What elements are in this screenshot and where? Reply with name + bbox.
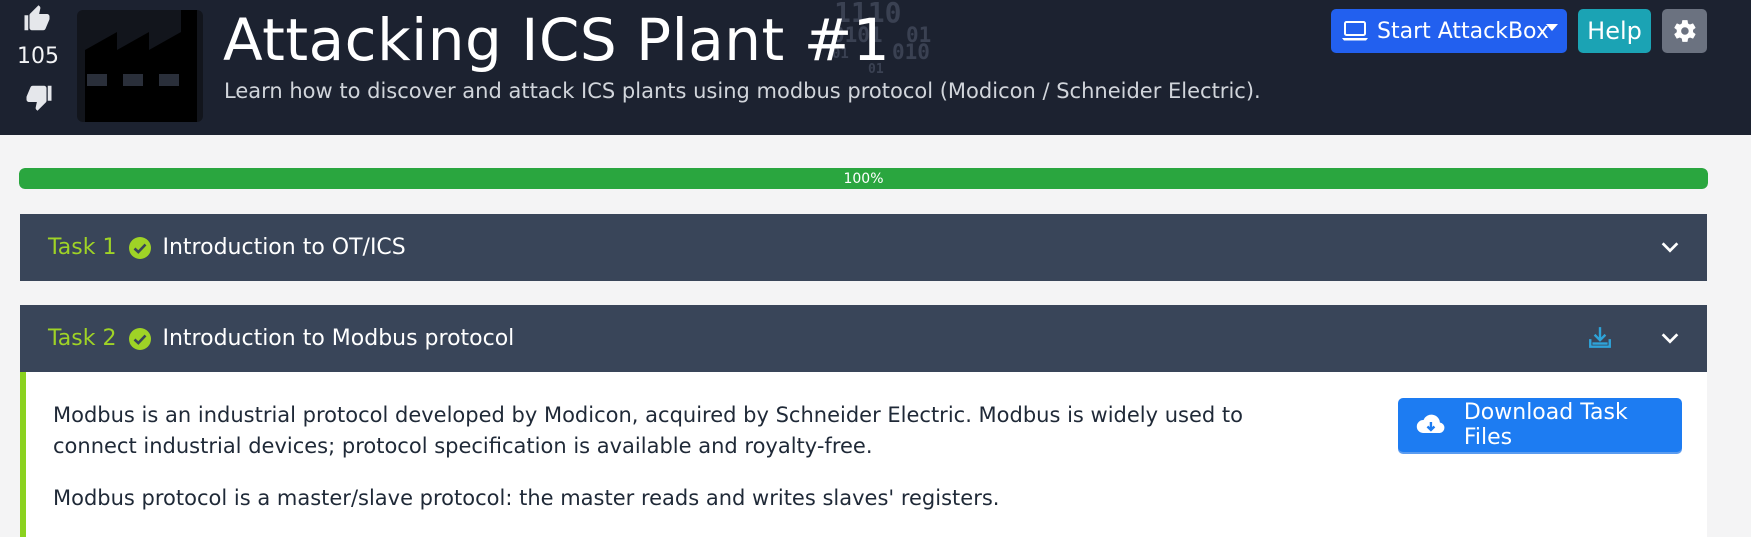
start-attackbox-button[interactable]: Start AttackBox bbox=[1331, 9, 1567, 53]
task-1-header[interactable]: Task 1 Introduction to OT/ICS bbox=[20, 214, 1707, 281]
gear-icon bbox=[1673, 20, 1695, 42]
check-circle-icon bbox=[129, 327, 152, 350]
dropdown-caret-icon[interactable] bbox=[1546, 24, 1558, 31]
progress-label: 100% bbox=[843, 170, 884, 187]
task-number: Task 2 bbox=[48, 326, 117, 351]
progress-fill: 100% bbox=[19, 168, 1708, 189]
check-circle-icon bbox=[129, 236, 152, 259]
cloud-download-icon bbox=[1416, 414, 1445, 433]
room-header: 105 1110 0101 01 01 010 01 Attacking ICS… bbox=[0, 0, 1751, 135]
download-task-files-button[interactable]: Download Task Files bbox=[1398, 398, 1682, 452]
room-logo bbox=[77, 10, 203, 122]
room-progress-bar: 100% bbox=[19, 168, 1708, 189]
thumbs-down-icon[interactable] bbox=[24, 82, 54, 112]
room-subtitle: Learn how to discover and attack ICS pla… bbox=[224, 79, 1261, 103]
task-2-header[interactable]: Task 2 Introduction to Modbus protocol bbox=[20, 305, 1707, 372]
vote-widget: 105 bbox=[16, 0, 60, 120]
task-paragraph: Modbus is an industrial protocol develop… bbox=[53, 403, 1244, 458]
chevron-down-icon[interactable] bbox=[1659, 236, 1681, 258]
vote-count: 105 bbox=[17, 44, 59, 69]
factory-icon bbox=[85, 10, 197, 122]
start-attackbox-label: Start AttackBox bbox=[1377, 18, 1549, 44]
task-paragraph: Modbus protocol is a master/slave protoc… bbox=[53, 486, 1000, 510]
room-title: Attacking ICS Plant #1 bbox=[223, 6, 891, 74]
help-button[interactable]: Help bbox=[1578, 9, 1651, 53]
task-title: Introduction to OT/ICS bbox=[162, 235, 406, 260]
thumbs-up-icon[interactable] bbox=[22, 4, 52, 34]
settings-button[interactable] bbox=[1662, 9, 1707, 53]
download-task-files-label: Download Task Files bbox=[1463, 400, 1628, 450]
laptop-icon bbox=[1342, 21, 1368, 41]
task-title: Introduction to Modbus protocol bbox=[162, 326, 515, 351]
download-icon[interactable] bbox=[1587, 325, 1613, 351]
task-number: Task 1 bbox=[48, 235, 117, 260]
task-2-content: Modbus is an industrial protocol develop… bbox=[20, 372, 1707, 537]
chevron-down-icon[interactable] bbox=[1659, 327, 1681, 349]
